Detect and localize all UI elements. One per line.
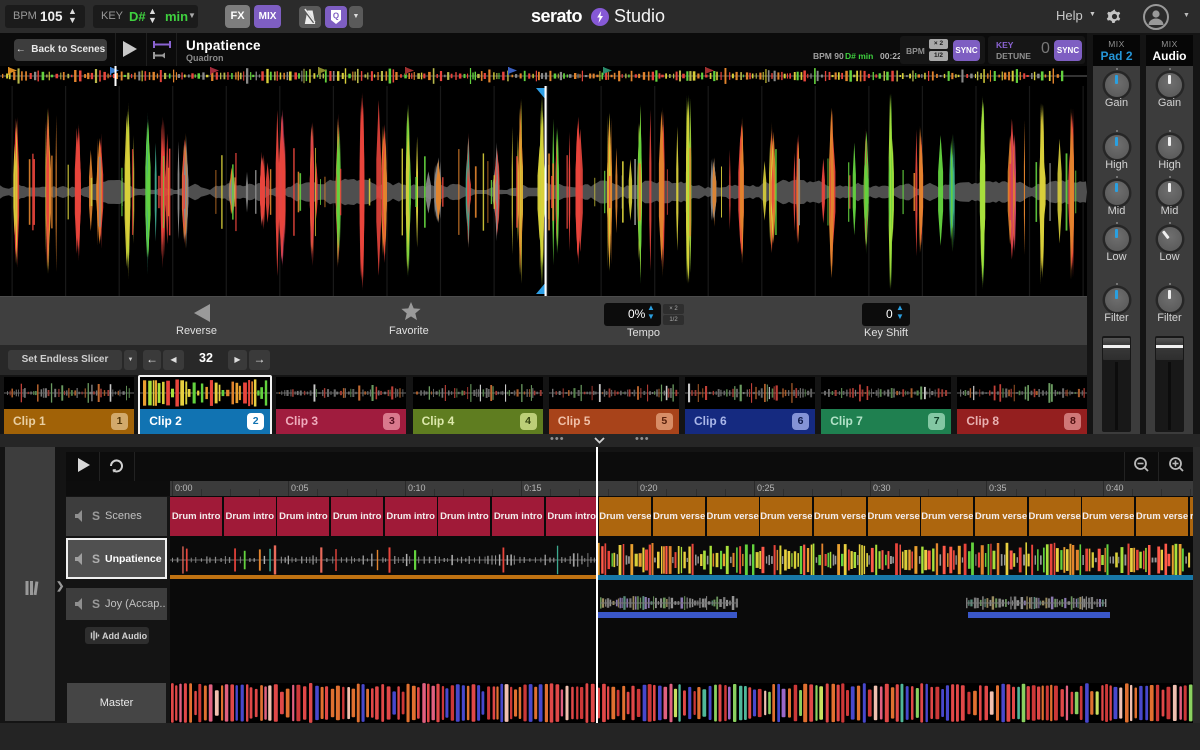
- svg-text:Q: Q: [333, 12, 339, 21]
